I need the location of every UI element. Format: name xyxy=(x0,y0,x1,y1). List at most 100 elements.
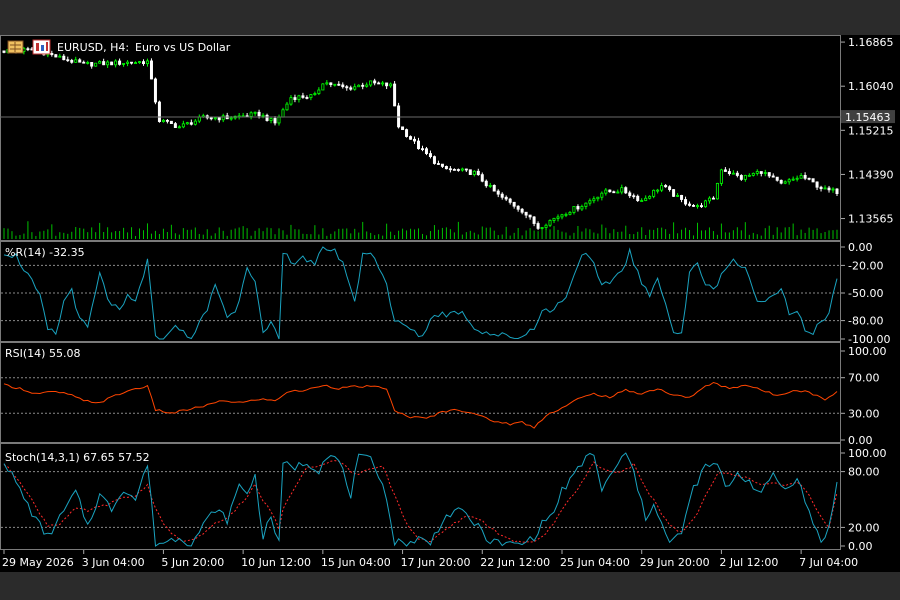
candle-body xyxy=(743,175,747,180)
candle-body xyxy=(444,166,448,170)
candle-body xyxy=(90,62,94,67)
candle-body xyxy=(321,83,325,91)
candle-body xyxy=(102,61,106,66)
candle-body xyxy=(153,78,157,103)
time-tick-label: 29 Jun 20:00 xyxy=(640,556,710,569)
candle-body xyxy=(807,177,811,180)
chart-window[interactable]: 1.16865 1.16040 1.15215 1.14390 1.13565 0.00 -… xyxy=(0,35,900,572)
time-tick-label: 10 Jun 12:00 xyxy=(241,556,311,569)
candle-body xyxy=(476,170,480,176)
candle-body xyxy=(552,217,556,221)
candle-body xyxy=(819,186,823,190)
candle-body xyxy=(149,60,153,80)
candle-body xyxy=(177,126,181,129)
candle-body xyxy=(98,61,102,64)
indicator-tick-label: 80.00 xyxy=(848,466,880,479)
wpr-pane[interactable] xyxy=(0,241,841,342)
indicator-tick-label: -50.00 xyxy=(848,287,883,300)
candle-body xyxy=(711,197,715,200)
candle-body xyxy=(723,169,727,172)
candle-body xyxy=(161,119,165,122)
candle-body xyxy=(460,168,464,171)
candle-body xyxy=(536,223,540,229)
time-tick-label: 29 May 2026 xyxy=(2,556,74,569)
candle-body xyxy=(560,214,564,218)
candle-body xyxy=(656,189,660,192)
indicator-tick-label: 0.00 xyxy=(848,540,873,553)
chart-list-icon[interactable] xyxy=(7,40,24,54)
time-tick-label: 15 Jun 04:00 xyxy=(321,556,391,569)
candle-body xyxy=(616,191,620,194)
candle-body xyxy=(293,97,297,100)
candle-body xyxy=(715,182,719,200)
price-tick-label: 1.16040 xyxy=(848,80,894,93)
candle-body xyxy=(62,55,66,61)
volume-bars xyxy=(3,221,838,239)
candle-body xyxy=(747,174,751,177)
candle-body xyxy=(739,175,743,180)
candle-body xyxy=(337,83,341,86)
candle-body xyxy=(795,177,799,180)
candle-body xyxy=(357,84,361,88)
candle-body xyxy=(110,61,114,66)
candle-body xyxy=(464,168,468,171)
candle-body xyxy=(835,188,839,194)
chart-header: EURUSD, H4: Euro vs US Dollar xyxy=(7,39,231,55)
candle-body xyxy=(528,214,532,218)
candle-body xyxy=(620,187,624,193)
candle-body xyxy=(249,112,253,117)
candle-body xyxy=(118,60,122,65)
rsi-pane[interactable] xyxy=(0,342,841,443)
price-pane[interactable] xyxy=(0,35,841,241)
candle-body xyxy=(787,179,791,183)
candle-body xyxy=(751,173,755,176)
candle-body xyxy=(771,175,775,178)
candle-body xyxy=(456,169,460,171)
candle-body xyxy=(664,185,668,188)
candle-body xyxy=(676,194,680,197)
indicator-tick-label: 0.00 xyxy=(848,241,873,254)
candle-body xyxy=(189,122,193,125)
candle-body xyxy=(448,168,452,171)
candle-body xyxy=(504,196,508,200)
candle-body xyxy=(759,171,763,174)
candle-body xyxy=(596,196,600,200)
candle-body xyxy=(592,198,596,202)
stoch-signal-line xyxy=(3,460,838,543)
candle-body xyxy=(74,59,78,63)
price-tick-label: 1.16865 xyxy=(848,36,894,49)
candle-body xyxy=(719,169,723,184)
current-price-label: 1.15463 xyxy=(845,111,891,124)
candle-body xyxy=(763,172,767,174)
chart-canvas[interactable]: 1.16865 1.16040 1.15215 1.14390 1.13565 0.00 -… xyxy=(0,35,900,572)
chart-type-icon[interactable] xyxy=(32,39,51,55)
candle-body xyxy=(169,120,173,124)
candle-body xyxy=(500,193,504,198)
time-tick-label: 17 Jun 20:00 xyxy=(401,556,471,569)
candle-body xyxy=(524,211,528,216)
candle-body xyxy=(317,89,321,94)
candle-body xyxy=(58,55,62,58)
candle-body xyxy=(341,84,345,88)
candle-body xyxy=(628,192,632,197)
candle-body xyxy=(432,156,436,164)
candle-body xyxy=(349,87,353,90)
candle-body xyxy=(496,190,500,195)
candle-body xyxy=(779,179,783,184)
candle-body xyxy=(297,95,301,100)
candle-body xyxy=(703,200,707,208)
candle-body xyxy=(229,117,233,120)
candle-body xyxy=(94,62,98,67)
candle-body xyxy=(289,97,293,105)
candle-body xyxy=(86,62,90,64)
time-tick-label: 7 Jul 04:00 xyxy=(799,556,858,569)
candle-body xyxy=(644,197,648,201)
candle-body xyxy=(181,123,185,128)
candle-body xyxy=(799,174,803,179)
candle-body xyxy=(492,185,496,192)
candle-body xyxy=(632,195,636,198)
candle-body xyxy=(767,172,771,177)
candle-body xyxy=(70,59,74,63)
candle-body xyxy=(365,84,369,87)
symbol-description: Euro vs US Dollar xyxy=(135,41,231,54)
